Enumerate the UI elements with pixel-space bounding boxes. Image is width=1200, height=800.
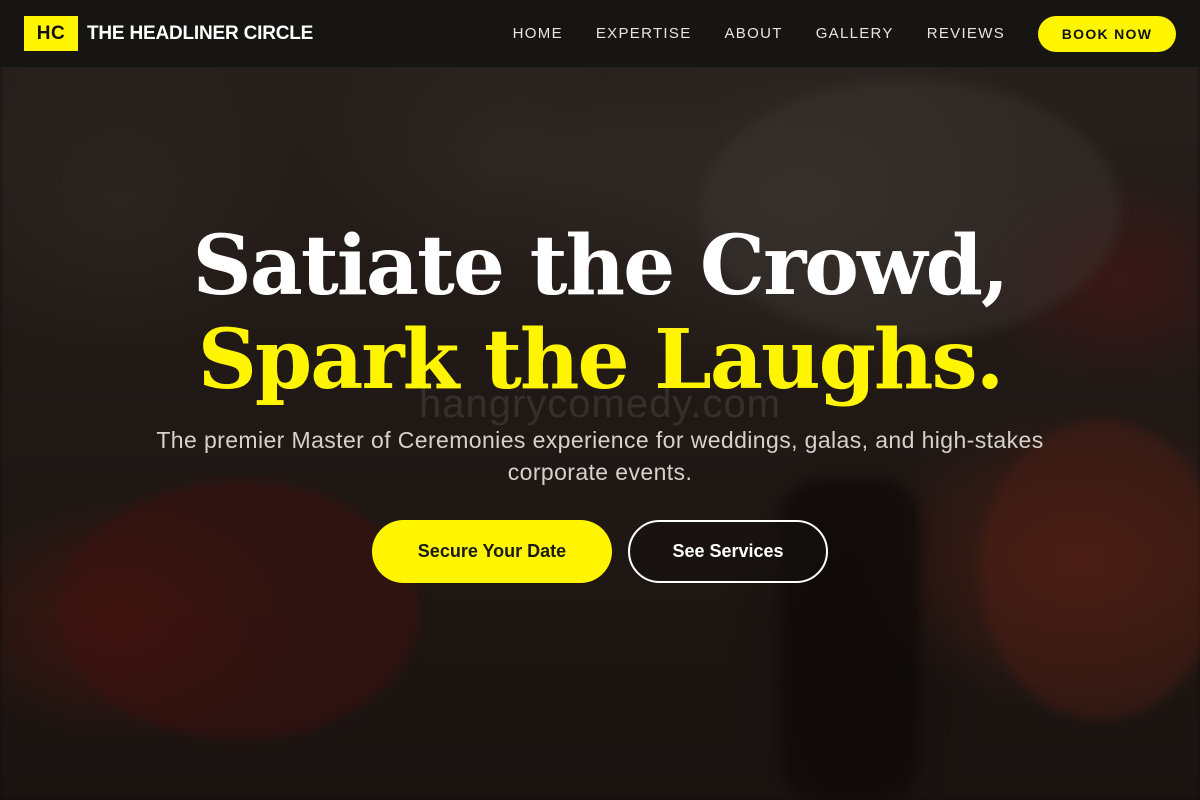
- see-services-button[interactable]: See Services: [628, 520, 828, 583]
- landing-page: HC THE HEADLINER CIRCLE HOME EXPERTISE A…: [0, 0, 1200, 800]
- nav-link-reviews[interactable]: REVIEWS: [927, 25, 1005, 42]
- nav-links: HOME EXPERTISE ABOUT GALLERY REVIEWS: [513, 25, 1005, 42]
- secure-your-date-button[interactable]: Secure Your Date: [372, 520, 612, 583]
- brand-logo[interactable]: HC THE HEADLINER CIRCLE: [24, 16, 313, 51]
- hero-section: Satiate the Crowd, Spark the Laughs. han…: [0, 0, 1200, 800]
- hero-cta-row: Secure Your Date See Services: [0, 520, 1200, 583]
- nav-link-gallery[interactable]: GALLERY: [816, 25, 894, 42]
- nav-link-about[interactable]: ABOUT: [725, 25, 783, 42]
- book-now-button[interactable]: BOOK NOW: [1038, 15, 1176, 52]
- brand-name: THE HEADLINER CIRCLE: [87, 22, 314, 44]
- top-navbar: HC THE HEADLINER CIRCLE HOME EXPERTISE A…: [0, 0, 1200, 68]
- brand-mark: HC: [24, 16, 78, 51]
- nav-link-home[interactable]: HOME: [513, 25, 563, 42]
- hero-subtitle: The premier Master of Ceremonies experie…: [156, 427, 1044, 485]
- watermark-text: hangrycomedy.com: [418, 382, 782, 426]
- nav-link-expertise[interactable]: EXPERTISE: [596, 25, 692, 42]
- hero-headline-line1: Satiate the Crowd,: [192, 218, 1010, 314]
